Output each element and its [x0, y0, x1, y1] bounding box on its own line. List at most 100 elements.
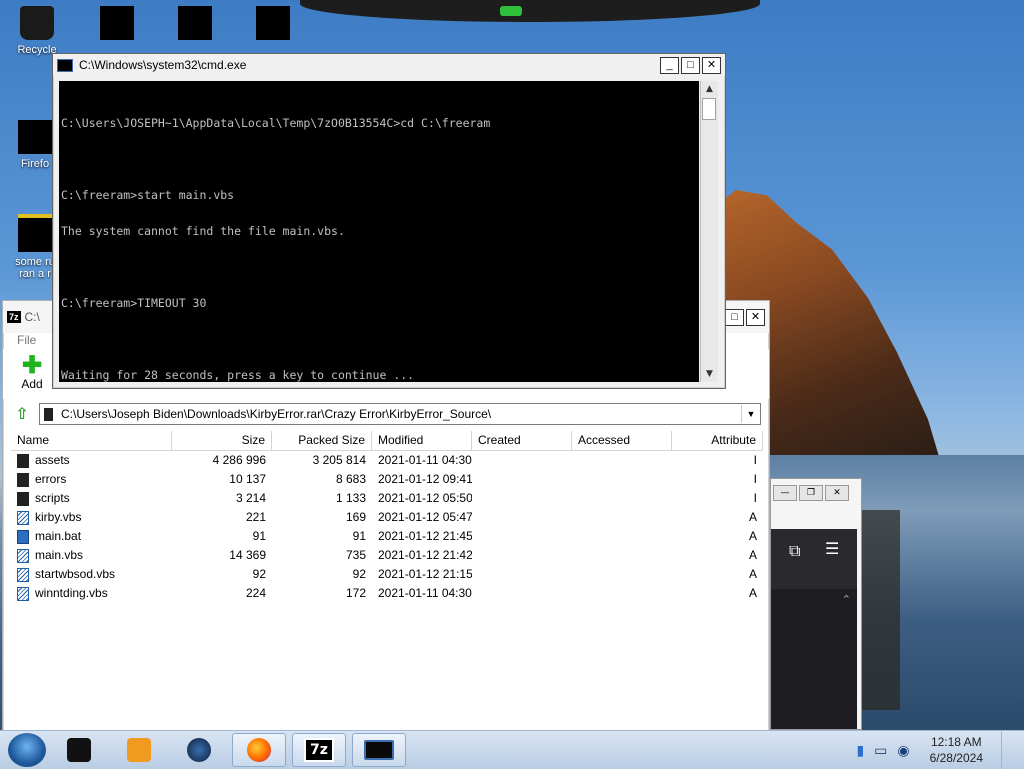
desktop-icon-label: Firefo	[20, 158, 50, 170]
console-line: C:\freeram>start main.vbs	[61, 188, 235, 202]
add-button[interactable]: ✚ Add	[11, 352, 53, 392]
show-desktop-button[interactable]	[1001, 731, 1014, 769]
file-created	[472, 546, 572, 565]
add-button-label: Add	[21, 377, 43, 391]
file-attribute: A	[748, 548, 757, 562]
folder-icon	[17, 472, 29, 487]
desktop-icon-app-3[interactable]	[238, 6, 308, 44]
file-size: 221	[245, 510, 266, 524]
table-row[interactable]: scripts 3 214 1 133 2021-01-12 05:50 I	[11, 489, 763, 508]
file-accessed	[572, 527, 672, 546]
table-row[interactable]: errors 10 137 8 683 2021-01-12 09:41 I	[11, 470, 763, 489]
extension-icon[interactable]: ⧉	[789, 541, 800, 561]
tray-monitor-icon[interactable]: ▭	[874, 742, 887, 759]
menu-file[interactable]: File	[17, 333, 36, 347]
table-row[interactable]: assets 4 286 996 3 205 814 2021-01-11 04:30…	[11, 451, 763, 470]
chevron-down-icon[interactable]: ▼	[741, 405, 760, 423]
file-accessed	[572, 451, 672, 470]
taskbar-firefox[interactable]	[232, 733, 286, 767]
folder-icon	[17, 491, 29, 506]
scroll-up-arrow[interactable]: ▲	[701, 81, 718, 97]
table-row[interactable]: main.vbs 14 369 735 2021-01-12 21:42 A	[11, 546, 763, 565]
taskbar-globe[interactable]	[172, 733, 226, 767]
file-size: 14 369	[229, 548, 266, 562]
file-attribute: A	[748, 510, 757, 524]
script-file-icon	[17, 548, 29, 563]
cmd-titlebar[interactable]: C:\Windows\system32\cmd.exe _ □ ✕	[53, 54, 725, 76]
table-row[interactable]: startwbsod.vbs 92 92 2021-01-12 21:15 A	[11, 565, 763, 584]
restore-button[interactable]: ❐	[799, 485, 823, 501]
column-attribute[interactable]: Attribute	[672, 431, 763, 450]
file-name-cell: assets	[11, 451, 172, 470]
file-modified: 2021-01-11 04:30	[378, 453, 472, 467]
column-accessed[interactable]: Accessed	[572, 431, 672, 450]
file-accessed	[572, 546, 672, 565]
file-list-header: Name Size Packed Size Modified Created A…	[11, 431, 763, 451]
console-line: The system cannot find the file main.vbs…	[61, 224, 345, 238]
taskbar-media-player[interactable]	[112, 733, 166, 767]
taskbar-explorer[interactable]	[52, 733, 106, 767]
file-name-cell: main.vbs	[11, 546, 172, 565]
file-packed-size: 3 205 814	[312, 453, 366, 467]
console-line: C:\freeram>TIMEOUT 30	[61, 296, 207, 310]
chevron-up-icon[interactable]: ⌃	[842, 593, 851, 606]
redacted-icon	[18, 120, 52, 154]
maximize-button[interactable]: □	[681, 56, 700, 74]
file-name: main.bat	[35, 529, 82, 543]
file-list: Name Size Packed Size Modified Created A…	[11, 431, 763, 727]
column-size[interactable]: Size	[172, 431, 272, 450]
folder-icon	[17, 453, 29, 468]
maximize-button[interactable]: □	[725, 308, 744, 326]
file-packed-size: 92	[352, 567, 366, 581]
tray-device-icon[interactable]: ▮	[856, 742, 864, 759]
taskbar-7zip[interactable]: 7z	[292, 733, 346, 767]
clock[interactable]: 12:18 AM 6/28/2024	[930, 734, 983, 766]
minimize-button[interactable]: _	[660, 56, 679, 74]
file-name-cell: main.bat	[11, 527, 172, 546]
wallpaper-reflection	[860, 510, 900, 710]
console-line: Waiting for 28 seconds, press a key to c…	[61, 368, 415, 382]
close-button[interactable]: ✕	[746, 308, 765, 326]
path-field[interactable]: C:\Users\Joseph Biden\Downloads\KirbyErr…	[39, 403, 761, 425]
file-attribute: A	[748, 586, 757, 600]
file-size: 91	[252, 529, 266, 543]
media-player-icon	[127, 738, 151, 762]
table-row[interactable]: winntding.vbs 224 172 2021-01-11 04:30 A	[11, 584, 763, 603]
file-created	[472, 565, 572, 584]
file-accessed	[572, 508, 672, 527]
file-packed-size: 1 133	[335, 491, 366, 505]
plus-icon: ✚	[21, 352, 43, 379]
file-modified: 2021-01-12 21:42	[378, 548, 472, 562]
desktop-icon-recycle-bin[interactable]: Recycle	[2, 6, 72, 56]
desktop-icon-app-2[interactable]	[160, 6, 230, 44]
file-created	[472, 470, 572, 489]
close-button[interactable]: ✕	[702, 56, 721, 74]
close-button[interactable]: ✕	[825, 485, 849, 501]
scroll-down-arrow[interactable]: ▼	[701, 366, 718, 382]
file-accessed	[572, 584, 672, 603]
column-name[interactable]: Name	[11, 431, 172, 450]
column-created[interactable]: Created	[472, 431, 572, 450]
wallpaper-top-shape	[300, 0, 760, 22]
script-file-icon	[17, 586, 29, 601]
scroll-thumb[interactable]	[702, 98, 716, 120]
minimize-button[interactable]: —	[773, 485, 797, 501]
tray-volume-icon[interactable]: ◉	[897, 742, 909, 759]
desktop-icon-app-1[interactable]	[82, 6, 152, 44]
table-row[interactable]: main.bat 91 91 2021-01-12 21:45 A	[11, 527, 763, 546]
file-packed-size: 735	[345, 548, 366, 562]
taskbar-cmd[interactable]	[352, 733, 406, 767]
table-row[interactable]: kirby.vbs 221 169 2021-01-12 05:47 A	[11, 508, 763, 527]
file-packed-size: 91	[352, 529, 366, 543]
menu-icon[interactable]: ☰	[825, 539, 839, 558]
file-name-cell: startwbsod.vbs	[11, 565, 172, 584]
file-name: startwbsod.vbs	[35, 567, 116, 581]
start-button[interactable]	[8, 733, 46, 767]
console-output[interactable]: C:\Users\JOSEPH~1\AppData\Local\Temp\7zO…	[59, 81, 699, 382]
column-modified[interactable]: Modified	[372, 431, 472, 450]
up-folder-icon[interactable]: ⇧	[11, 403, 33, 425]
column-packed-size[interactable]: Packed Size	[272, 431, 372, 450]
file-attribute: I	[753, 472, 757, 486]
vertical-scrollbar[interactable]: ▲ ▼	[700, 81, 718, 382]
script-file-icon	[17, 567, 29, 582]
